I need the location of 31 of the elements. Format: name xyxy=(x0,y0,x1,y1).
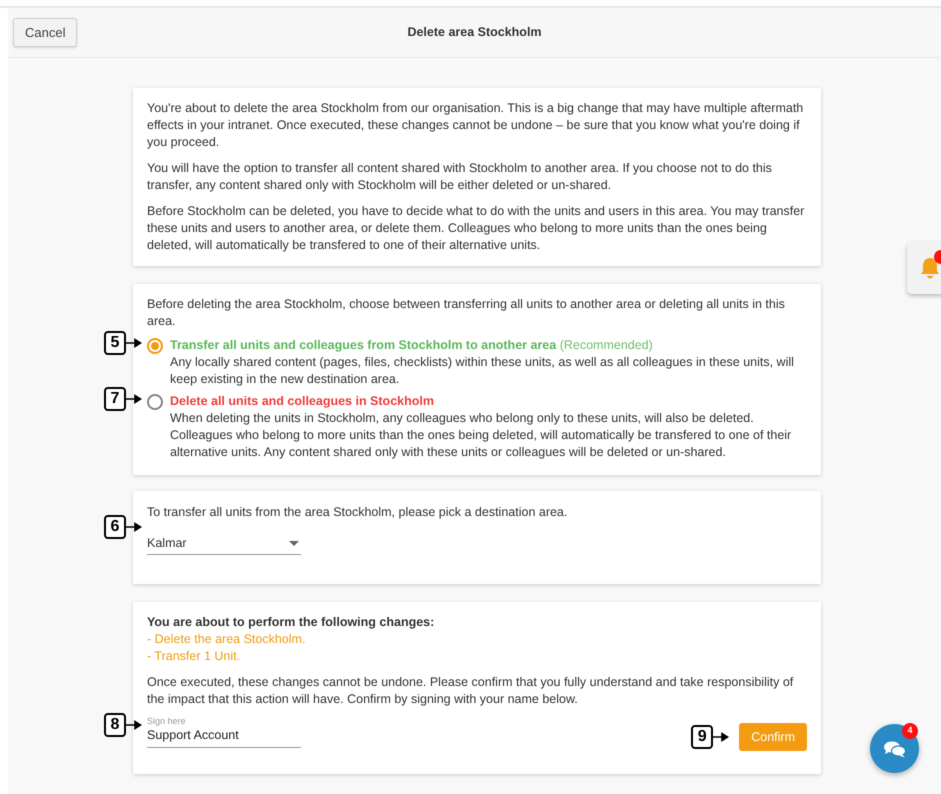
chat-bubbles-icon xyxy=(882,738,906,758)
radio-button[interactable] xyxy=(147,338,163,354)
option-description: Any locally shared content (pages, files, checklists) within these units, as well as all colleagues in these units, will keep existing in the new destination area. xyxy=(170,354,795,388)
change-item: - Delete the area Stockholm. xyxy=(147,631,306,648)
option-label: Transfer all units and colleagues from Stockholm to another area xyxy=(170,338,556,352)
confirmation-text: Once executed, these changes cannot be undone. Please confirm that you fully understand and take responsibility of the impact that this action will have. Confirm by signing with your name below. xyxy=(147,674,794,708)
notification-tab[interactable] xyxy=(907,242,941,294)
info-paragraph: Before Stockholm can be deleted, you have to decide what to do with the units and users in this area. You may transfer these units and users to another area, or delete them. Colleagues who belong to more units than the ones being deleted, will automatically be transfered to one of their alternative units. xyxy=(147,203,806,254)
window-title: Delete area Stockholm xyxy=(407,24,542,42)
bell-icon xyxy=(919,256,941,280)
change-item: - Transfer 1 Unit. xyxy=(147,648,242,665)
instruction-text: Before deleting the area Stockholm, choose between transferring all units to another area or deleting all units in this area. xyxy=(147,296,786,330)
option-label: Delete all units and colleagues in Stockholm xyxy=(170,394,434,408)
summary-heading: You are about to perform the following changes: xyxy=(147,614,436,631)
arrow-icon xyxy=(126,394,142,404)
arrow-icon xyxy=(713,732,730,742)
arrow-icon xyxy=(126,522,142,532)
callout-number: 5 xyxy=(104,331,126,355)
caret-icon xyxy=(289,541,299,546)
cancel-button[interactable]: Cancel xyxy=(13,18,78,47)
callout-number: 8 xyxy=(104,713,126,737)
info-paragraph: You're about to delete the area Stockholm from our organisation. This is a big change that may have multiple aftermath effects in your intranet. Once executed, these changes cannot be undone – be sure that you know what you're doing if you proceed. xyxy=(147,100,804,151)
option-description: When deleting the units in Stockholm, any colleagues who belong only to these units, will also be deleted. Colleagues who belong to more units than the ones being deleted, will automatically be transfered to one of their alternative units. Any content shared only with these units or colleagues will be deleted or un-shared. xyxy=(170,410,792,461)
arrow-icon xyxy=(126,720,142,730)
callout-number: 9 xyxy=(691,725,714,749)
recommended-note: (Recommended) xyxy=(560,338,653,352)
callout-number: 6 xyxy=(104,515,126,539)
arrow-icon xyxy=(126,338,142,348)
callout-number: 7 xyxy=(104,387,126,411)
info-paragraph: You will have the option to transfer all content shared with Stockholm to another area. If you choose not to do this transfer, any content shared only with Stockholm will be either deleted or un-shared. xyxy=(147,160,773,194)
radio-button[interactable] xyxy=(147,394,163,410)
